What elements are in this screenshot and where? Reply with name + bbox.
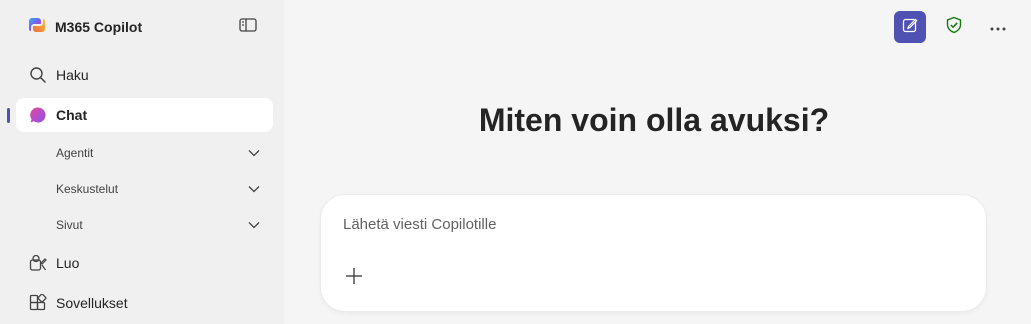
- sidebar-toggle-icon: [239, 17, 257, 38]
- more-options-button[interactable]: [986, 15, 1010, 39]
- copilot-logo-icon: [28, 16, 46, 39]
- chat-icon: [28, 105, 48, 125]
- nav-item-apps-label: Sovellukset: [56, 295, 128, 311]
- nav-subitem-agents-label: Agentit: [56, 146, 94, 160]
- shield-check-icon: [945, 16, 963, 39]
- nav-subitem-agents[interactable]: Agentit: [56, 139, 261, 167]
- sidebar-toggle-button[interactable]: [238, 17, 258, 37]
- page-title: Miten voin olla avuksi?: [478, 102, 830, 138]
- nav-item-chat[interactable]: Chat: [16, 98, 273, 132]
- add-attachment-button[interactable]: [343, 267, 365, 289]
- protection-button[interactable]: [942, 15, 966, 39]
- active-indicator: [7, 108, 10, 123]
- compose-icon: [902, 17, 918, 38]
- nav-item-create[interactable]: Luo: [16, 246, 273, 280]
- chevron-down-icon: [247, 218, 261, 232]
- message-composer: [321, 195, 986, 311]
- apps-icon: [28, 293, 48, 313]
- nav-item-apps[interactable]: Sovellukset: [16, 286, 273, 320]
- chevron-down-icon: [247, 146, 261, 160]
- nav-item-search-label: Haku: [56, 67, 89, 83]
- nav-subitem-pages-label: Sivut: [56, 218, 83, 232]
- new-chat-button[interactable]: [894, 11, 926, 43]
- nav-item-search[interactable]: Haku: [16, 58, 273, 92]
- create-icon: [28, 253, 48, 273]
- plus-icon: [344, 266, 364, 291]
- nav-subitem-conversations[interactable]: Keskustelut: [56, 175, 261, 203]
- search-icon: [28, 65, 48, 85]
- chevron-down-icon: [247, 182, 261, 196]
- nav-subitem-pages[interactable]: Sivut: [56, 211, 261, 239]
- message-input[interactable]: [343, 213, 943, 235]
- brand: M365 Copilot: [28, 17, 142, 37]
- sidebar: M365 Copilot Haku Chat Agentit Keskustel…: [0, 0, 284, 324]
- nav-item-chat-label: Chat: [56, 107, 88, 123]
- nav-subitem-conversations-label: Keskustelut: [56, 182, 119, 196]
- more-icon: [990, 18, 1006, 36]
- nav-item-create-label: Luo: [56, 255, 80, 271]
- brand-title: M365 Copilot: [55, 19, 143, 35]
